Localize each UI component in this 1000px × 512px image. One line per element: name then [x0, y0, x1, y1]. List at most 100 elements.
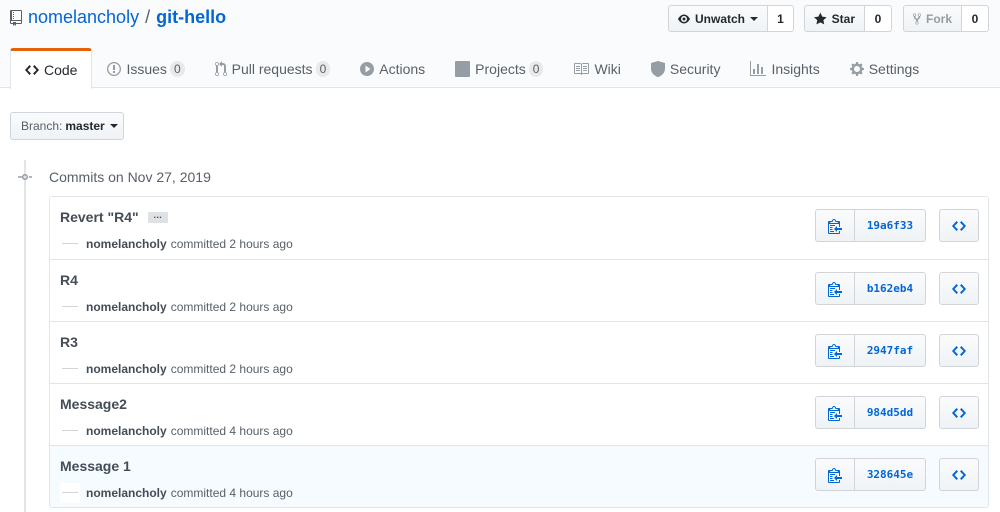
gear-icon	[849, 61, 864, 76]
commit-sha-link[interactable]: 984d5dd	[855, 396, 926, 429]
commit-title-link[interactable]: Message 1	[60, 458, 131, 474]
commit-author-link[interactable]: nomelancholy	[86, 424, 167, 438]
commit-row: Revert "R4" … nomelancholy committed 2 h…	[50, 197, 988, 259]
commit-list: Revert "R4" … nomelancholy committed 2 h…	[49, 196, 989, 508]
commit-title-wrap: R3	[60, 334, 78, 350]
repo-nav-tabs: Code Issues 0 Pull requests 0 Actions Pr…	[10, 48, 935, 89]
commit-row: Message 1 nomelancholy committed 4 hours…	[50, 445, 988, 507]
commit-title-link[interactable]: Revert "R4"	[60, 209, 139, 225]
tab-settings[interactable]: Settings	[835, 48, 935, 88]
commit-title-wrap: Message2	[60, 396, 127, 412]
expand-message-button[interactable]: …	[147, 210, 168, 223]
pull-requests-counter: 0	[315, 60, 331, 77]
commit-row: R4 nomelancholy committed 2 hours ago b1…	[50, 259, 988, 321]
commit-title-wrap: R4	[60, 272, 78, 288]
tab-wiki[interactable]: Wiki	[558, 48, 635, 88]
browse-repo-button[interactable]	[939, 458, 979, 491]
avatar[interactable]	[60, 421, 80, 441]
browse-repo-button[interactable]	[939, 334, 979, 367]
copy-sha-button[interactable]	[815, 334, 855, 367]
tab-actions[interactable]: Actions	[345, 48, 440, 88]
commit-meta: nomelancholy committed 2 hours ago	[60, 359, 293, 379]
tab-insights[interactable]: Insights	[735, 48, 834, 88]
issues-counter: 0	[169, 60, 185, 77]
sha-group: 19a6f33	[815, 209, 926, 242]
graph-icon	[750, 60, 767, 76]
tab-actions-label: Actions	[379, 60, 426, 77]
tab-issues[interactable]: Issues 0	[92, 48, 199, 88]
fork-count[interactable]: 0	[962, 5, 989, 32]
fork-button[interactable]: Fork	[903, 5, 962, 32]
tab-security-label: Security	[669, 60, 721, 77]
browse-repo-button[interactable]	[939, 272, 979, 305]
commit-time: 2 hours ago	[229, 362, 293, 376]
fork-group: Fork 0	[903, 5, 989, 32]
tab-insights-label: Insights	[771, 60, 820, 77]
sha-group: 984d5dd	[815, 396, 926, 429]
book-icon	[574, 62, 590, 75]
commit-title-wrap: Message 1	[60, 458, 131, 474]
commit-meta: nomelancholy committed 4 hours ago	[60, 421, 293, 441]
watch-count[interactable]: 1	[768, 5, 794, 32]
commit-verb: committed	[170, 237, 227, 251]
commit-meta: nomelancholy committed 2 hours ago	[60, 297, 293, 317]
commit-verb: committed	[170, 300, 227, 314]
commit-author-link[interactable]: nomelancholy	[86, 486, 167, 500]
code-icon	[952, 283, 966, 294]
commit-sha-link[interactable]: b162eb4	[855, 272, 926, 305]
commit-title-link[interactable]: Message2	[60, 396, 127, 412]
sha-group: b162eb4	[815, 272, 926, 305]
commit-meta: nomelancholy committed 2 hours ago	[60, 234, 293, 254]
pull-request-icon	[214, 60, 227, 76]
commit-row: Message2 nomelancholy committed 4 hours …	[50, 383, 988, 445]
eye-icon	[678, 14, 690, 23]
watch-group: Unwatch 1	[668, 5, 794, 32]
tab-projects[interactable]: Projects 0	[440, 48, 558, 88]
commit-author-link[interactable]: nomelancholy	[86, 362, 167, 376]
branch-select-button[interactable]: Branch: master	[10, 112, 124, 140]
commit-title-link[interactable]: R4	[60, 272, 78, 288]
copy-sha-button[interactable]	[815, 272, 855, 305]
commit-time: 4 hours ago	[229, 486, 293, 500]
avatar[interactable]	[60, 483, 80, 503]
star-count[interactable]: 0	[865, 5, 892, 32]
avatar[interactable]	[60, 359, 80, 379]
clippy-icon	[828, 281, 842, 297]
commit-author-link[interactable]: nomelancholy	[86, 300, 167, 314]
copy-sha-button[interactable]	[815, 396, 855, 429]
commit-author-link[interactable]: nomelancholy	[86, 237, 167, 251]
commit-group-title: Commits on Nov 27, 2019	[49, 169, 211, 185]
commit-meta: nomelancholy committed 4 hours ago	[60, 483, 293, 503]
sha-group: 328645e	[815, 458, 926, 491]
star-label: Star	[831, 11, 855, 26]
star-icon	[814, 12, 827, 24]
repo-owner-link[interactable]: nomelancholy	[28, 7, 139, 28]
tab-settings-label: Settings	[868, 60, 920, 77]
project-icon	[455, 60, 471, 77]
shield-icon	[650, 60, 665, 77]
code-icon	[25, 65, 39, 75]
avatar[interactable]	[60, 234, 80, 254]
avatar[interactable]	[60, 297, 80, 317]
code-icon	[952, 407, 966, 418]
browse-repo-button[interactable]	[939, 209, 979, 242]
tab-code[interactable]: Code	[10, 48, 93, 89]
copy-sha-button[interactable]	[815, 209, 855, 242]
clippy-icon	[828, 405, 842, 421]
commit-sha-link[interactable]: 328645e	[855, 458, 926, 491]
commit-title-link[interactable]: R3	[60, 334, 78, 350]
tab-pull-requests[interactable]: Pull requests 0	[200, 48, 346, 88]
commit-sha-link[interactable]: 2947faf	[855, 334, 926, 367]
commit-time: 4 hours ago	[229, 424, 293, 438]
star-button[interactable]: Star	[804, 5, 865, 32]
commit-sha-link[interactable]: 19a6f33	[855, 209, 926, 242]
copy-sha-button[interactable]	[815, 458, 855, 491]
unwatch-button[interactable]: Unwatch	[668, 5, 768, 32]
star-group: Star 0	[804, 5, 892, 32]
branch-value: master	[65, 119, 105, 133]
tab-security[interactable]: Security	[636, 48, 736, 88]
browse-repo-button[interactable]	[939, 396, 979, 429]
repo-name-link[interactable]: git-hello	[156, 7, 226, 28]
clippy-icon	[828, 218, 842, 234]
sha-group: 2947faf	[815, 334, 926, 367]
